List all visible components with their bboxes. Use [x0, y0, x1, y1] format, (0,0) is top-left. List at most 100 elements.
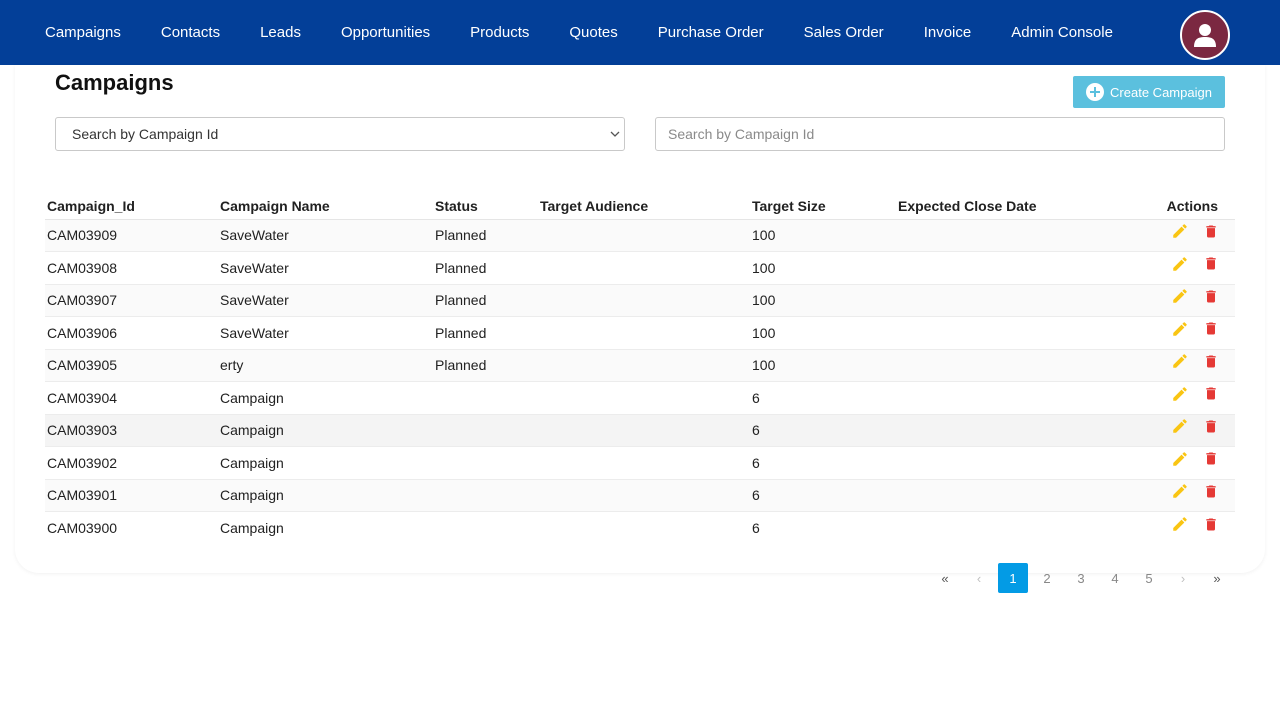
nav-item-leads[interactable]: Leads: [260, 24, 301, 41]
cell-target-audience: [538, 479, 750, 512]
campaigns-table: Campaign_Id Campaign Name Status Target …: [45, 190, 1235, 544]
delete-button[interactable]: [1203, 222, 1219, 241]
delete-button[interactable]: [1203, 482, 1219, 501]
edit-button[interactable]: [1171, 287, 1189, 305]
delete-button[interactable]: [1203, 384, 1219, 403]
cell-campaign-id: CAM03905: [45, 349, 218, 382]
cell-expected-close-date: [896, 284, 1096, 317]
create-campaign-button[interactable]: Create Campaign: [1073, 76, 1225, 108]
cell-target-audience: [538, 446, 750, 480]
cell-actions: [1096, 414, 1235, 447]
pencil-icon: [1173, 517, 1187, 531]
page-3-button[interactable]: 3: [1066, 563, 1096, 593]
cell-campaign-id: CAM03902: [45, 446, 218, 480]
pencil-icon: [1173, 321, 1187, 336]
delete-button[interactable]: [1203, 515, 1219, 534]
edit-button[interactable]: [1171, 320, 1189, 338]
cell-campaign-id: CAM03903: [45, 414, 218, 447]
pencil-icon: [1173, 224, 1187, 238]
cell-target-audience: [538, 284, 750, 317]
nav-item-opportunities[interactable]: Opportunities: [341, 24, 430, 41]
edit-button[interactable]: [1171, 385, 1189, 403]
cell-target-size: 6: [750, 381, 896, 415]
cell-status: [433, 512, 538, 545]
pencil-icon: [1173, 451, 1187, 466]
cell-actions: [1096, 219, 1235, 252]
cell-campaign-name: SaveWater: [218, 251, 433, 285]
page-prev-button[interactable]: ‹: [964, 563, 994, 593]
nav-item-quotes[interactable]: Quotes: [569, 24, 617, 41]
trash-icon: [1206, 518, 1216, 530]
delete-button[interactable]: [1203, 254, 1219, 273]
nav-item-invoice[interactable]: Invoice: [924, 24, 972, 41]
cell-target-size: 100: [750, 284, 896, 317]
cell-status: [433, 446, 538, 480]
cell-campaign-name: Campaign: [218, 381, 433, 415]
nav-item-contacts[interactable]: Contacts: [161, 24, 220, 41]
user-avatar-button[interactable]: [1180, 10, 1230, 60]
cell-campaign-name: Campaign: [218, 414, 433, 447]
delete-button[interactable]: [1203, 417, 1219, 436]
edit-button[interactable]: [1171, 222, 1189, 240]
edit-button[interactable]: [1171, 482, 1189, 500]
table-row: CAM03908 SaveWater Planned 100: [45, 251, 1235, 285]
cell-actions: [1096, 284, 1235, 317]
plus-circle-icon: [1086, 83, 1105, 101]
nav-item-campaigns[interactable]: Campaigns: [45, 24, 121, 41]
nav-item-admin-console[interactable]: Admin Console: [1011, 24, 1113, 41]
page-4-button[interactable]: 4: [1100, 563, 1130, 593]
cell-target-size: 6: [750, 414, 896, 447]
user-avatar-icon: [1194, 24, 1216, 47]
cell-campaign-id: CAM03901: [45, 479, 218, 512]
table-row: CAM03901 Campaign 6: [45, 479, 1235, 512]
pencil-icon: [1173, 256, 1187, 271]
delete-button[interactable]: [1203, 287, 1219, 306]
table-row: CAM03902 Campaign 6: [45, 446, 1235, 480]
cell-target-audience: [538, 381, 750, 415]
table-row: CAM03905 erty Planned 100: [45, 349, 1235, 382]
nav-item-sales-order[interactable]: Sales Order: [804, 24, 884, 41]
cell-campaign-name: SaveWater: [218, 219, 433, 252]
cell-target-size: 100: [750, 349, 896, 382]
edit-button[interactable]: [1171, 352, 1189, 370]
cell-target-size: 6: [750, 446, 896, 480]
trash-icon: [1206, 257, 1216, 270]
cell-target-audience: [538, 219, 750, 252]
cell-campaign-name: erty: [218, 349, 433, 382]
delete-button[interactable]: [1203, 319, 1219, 338]
top-navbar: Campaigns Contacts Leads Opportunities P…: [0, 0, 1280, 65]
header-campaign-id: Campaign_Id: [45, 190, 218, 220]
table-header-row: Campaign_Id Campaign Name Status Target …: [45, 190, 1235, 220]
edit-button[interactable]: [1171, 450, 1189, 468]
page-1-button[interactable]: 1: [998, 563, 1028, 593]
delete-button[interactable]: [1203, 352, 1219, 371]
cell-status: [433, 414, 538, 447]
page-first-button[interactable]: «: [930, 563, 960, 593]
cell-status: Planned: [433, 349, 538, 382]
header-target-audience: Target Audience: [538, 190, 750, 220]
cell-actions: [1096, 251, 1235, 285]
search-field-select[interactable]: Search by Campaign Id: [55, 117, 625, 151]
edit-button[interactable]: [1171, 417, 1189, 435]
table-row: CAM03903 Campaign 6: [45, 414, 1235, 447]
cell-expected-close-date: [896, 381, 1096, 415]
nav-item-products[interactable]: Products: [470, 24, 529, 41]
edit-button[interactable]: [1171, 515, 1189, 533]
table-row: CAM03907 SaveWater Planned 100: [45, 284, 1235, 317]
cell-target-audience: [538, 512, 750, 545]
page-last-button[interactable]: »: [1202, 563, 1232, 593]
table-row: CAM03909 SaveWater Planned 100: [45, 219, 1235, 252]
cell-actions: [1096, 479, 1235, 512]
page-2-button[interactable]: 2: [1032, 563, 1062, 593]
edit-button[interactable]: [1171, 255, 1189, 273]
header-expected-close-date: Expected Close Date: [896, 190, 1096, 220]
page-next-button[interactable]: ›: [1168, 563, 1198, 593]
search-input[interactable]: [655, 117, 1225, 151]
trash-icon: [1206, 387, 1216, 400]
cell-campaign-name: Campaign: [220, 520, 284, 536]
cell-campaign-id: CAM03909: [45, 219, 218, 252]
delete-button[interactable]: [1203, 449, 1219, 468]
pagination: « ‹ 1 2 3 4 5 › »: [930, 563, 1236, 593]
nav-item-purchase-order[interactable]: Purchase Order: [658, 24, 764, 41]
page-5-button[interactable]: 5: [1134, 563, 1164, 593]
